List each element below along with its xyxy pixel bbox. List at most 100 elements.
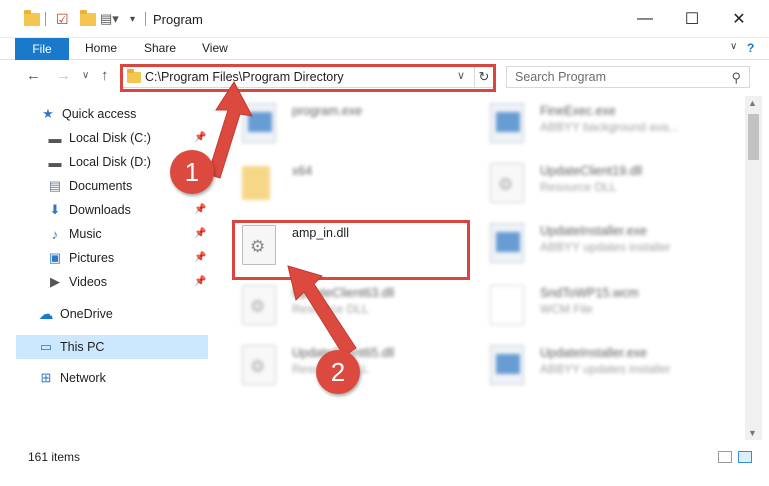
list-item[interactable]: FineExec.exe ABBYY background ava... — [476, 96, 716, 150]
drive-icon: ▬ — [48, 154, 62, 170]
list-item[interactable]: program.exe — [228, 96, 468, 150]
cloud-icon: ☁ — [38, 306, 54, 323]
pin-icon[interactable]: 📌 — [194, 228, 206, 239]
pin-icon[interactable]: 📌 — [194, 204, 206, 215]
list-item[interactable]: UpdateInstaller.exe ABBYY updates instal… — [476, 338, 716, 392]
navigation-pane: ★ Quick access ▬ Local Disk (C:) 📌 ▬ Loc… — [0, 100, 210, 438]
sidebar-item-label: Local Disk (C:) — [69, 131, 151, 145]
separator — [145, 10, 146, 28]
step-2-badge: 2 — [316, 350, 360, 394]
scroll-down-icon[interactable]: ▼ — [748, 428, 757, 438]
downloads-icon: ⬇ — [49, 202, 61, 217]
file-name: program.exe — [292, 104, 363, 118]
file-description: ABBYY background ava... — [540, 120, 679, 134]
videos-icon: ▶ — [50, 274, 60, 289]
details-view-button[interactable] — [718, 451, 732, 463]
minimize-button[interactable]: — — [622, 0, 668, 38]
pin-icon[interactable]: 📌 — [194, 276, 206, 287]
expand-ribbon-icon[interactable]: ∨ — [730, 41, 737, 52]
sidebar-item-label: Videos — [69, 275, 107, 289]
pictures-icon: ▣ — [48, 250, 62, 265]
search-icon[interactable]: ⚲ — [731, 70, 741, 86]
scroll-up-icon[interactable]: ▲ — [748, 98, 757, 108]
forward-button[interactable]: → — [56, 67, 71, 84]
view-options-icon[interactable]: ▤▾ — [100, 10, 119, 28]
sidebar-item-quick-access[interactable]: ★ Quick access — [40, 102, 136, 126]
sidebar-item-network[interactable]: ⊞ Network — [38, 366, 106, 390]
tab-view[interactable]: View — [202, 41, 228, 55]
back-button[interactable]: ← — [26, 67, 41, 84]
maximize-button[interactable]: ☐ — [669, 0, 715, 38]
sidebar-item-label: Music — [69, 227, 102, 241]
list-item[interactable]: SndToWP15.wcm WCM File — [476, 278, 716, 332]
status-bar: 161 items — [0, 444, 769, 470]
file-description: Resource DLL — [540, 180, 617, 194]
sidebar-item-local-disk-d[interactable]: ▬ Local Disk (D:) — [47, 150, 151, 174]
network-icon: ⊞ — [40, 370, 52, 385]
list-item[interactable]: UpdateInstaller.exe ABBYY updates instal… — [476, 216, 716, 270]
file-name: SndToWP15.wcm — [540, 286, 639, 300]
window-title: Program — [153, 12, 203, 27]
tab-share[interactable]: Share — [144, 41, 176, 55]
sidebar-item-this-pc[interactable]: ▭ This PC — [38, 335, 105, 359]
vertical-scrollbar[interactable]: ▲ ▼ — [745, 96, 762, 440]
large-icons-view-button[interactable] — [738, 451, 752, 463]
sidebar-item-videos[interactable]: ▶ Videos — [47, 270, 107, 294]
item-count: 161 items — [28, 450, 81, 464]
file-icon — [490, 285, 524, 325]
documents-icon: ▤ — [48, 178, 62, 193]
customize-toolbar-icon[interactable]: ▾ — [130, 10, 135, 28]
properties-icon[interactable]: ☑ — [56, 10, 69, 28]
exe-icon — [490, 223, 524, 263]
file-name: x64 — [292, 164, 313, 178]
dll-icon — [242, 345, 276, 385]
tab-file[interactable]: File — [15, 38, 69, 60]
list-item[interactable]: x64 — [228, 156, 468, 210]
sidebar-item-pictures[interactable]: ▣ Pictures — [47, 246, 114, 270]
exe-icon — [490, 103, 524, 143]
sidebar-item-onedrive[interactable]: ☁ OneDrive — [38, 302, 113, 326]
title-bar: ☑ ▤▾ ▾ Program — ☐ ✕ — [0, 0, 769, 38]
sidebar-item-music[interactable]: ♪ Music — [47, 222, 102, 246]
new-folder-icon[interactable] — [80, 9, 96, 28]
recent-locations-icon[interactable]: ∨ — [82, 70, 89, 81]
sidebar-item-local-disk-c[interactable]: ▬ Local Disk (C:) — [47, 126, 151, 150]
sidebar-item-label: Documents — [69, 179, 133, 193]
file-description: ABBYY updates installer — [540, 240, 671, 254]
sidebar-item-label: Quick access — [62, 107, 137, 121]
file-name: UpdateClient19.dll — [540, 164, 643, 178]
file-name: FineExec.exe — [540, 104, 616, 118]
exe-icon — [490, 345, 524, 385]
drive-icon: ▬ — [48, 130, 62, 146]
window-bottom-edge — [0, 470, 769, 486]
help-icon[interactable]: ? — [747, 41, 754, 55]
file-name: UpdateInstaller.exe — [540, 224, 648, 238]
separator — [45, 10, 46, 28]
sidebar-item-label: OneDrive — [60, 307, 113, 321]
ribbon-tabs: File Home Share View ∨ ? — [0, 38, 769, 60]
address-highlight-box — [120, 64, 496, 92]
sidebar-item-downloads[interactable]: ⬇ Downloads — [47, 198, 131, 222]
tab-home[interactable]: Home — [85, 41, 117, 55]
sidebar-item-label: Local Disk (D:) — [69, 155, 151, 169]
sidebar-item-documents[interactable]: ▤ Documents — [47, 174, 132, 198]
music-icon: ♪ — [51, 226, 59, 242]
up-button[interactable]: ↑ — [101, 67, 109, 84]
list-item[interactable]: UpdateClient19.dll Resource DLL — [476, 156, 716, 210]
search-input[interactable] — [509, 68, 721, 86]
sidebar-item-label: This PC — [60, 340, 105, 354]
dll-icon — [242, 285, 276, 325]
sidebar-item-label: Downloads — [69, 203, 131, 217]
file-description: WCM File — [540, 302, 593, 316]
scroll-thumb[interactable] — [748, 114, 759, 160]
sidebar-item-label: Pictures — [69, 251, 115, 265]
folder-icon — [24, 9, 40, 28]
close-button[interactable]: ✕ — [716, 0, 762, 38]
computer-icon: ▭ — [39, 339, 53, 354]
step-1-badge: 1 — [170, 150, 214, 194]
search-box[interactable]: ⚲ — [506, 66, 750, 88]
dll-icon — [490, 163, 524, 203]
file-name: UpdateInstaller.exe — [540, 346, 648, 360]
sidebar-item-label: Network — [60, 371, 106, 385]
pin-icon[interactable]: 📌 — [194, 252, 206, 263]
